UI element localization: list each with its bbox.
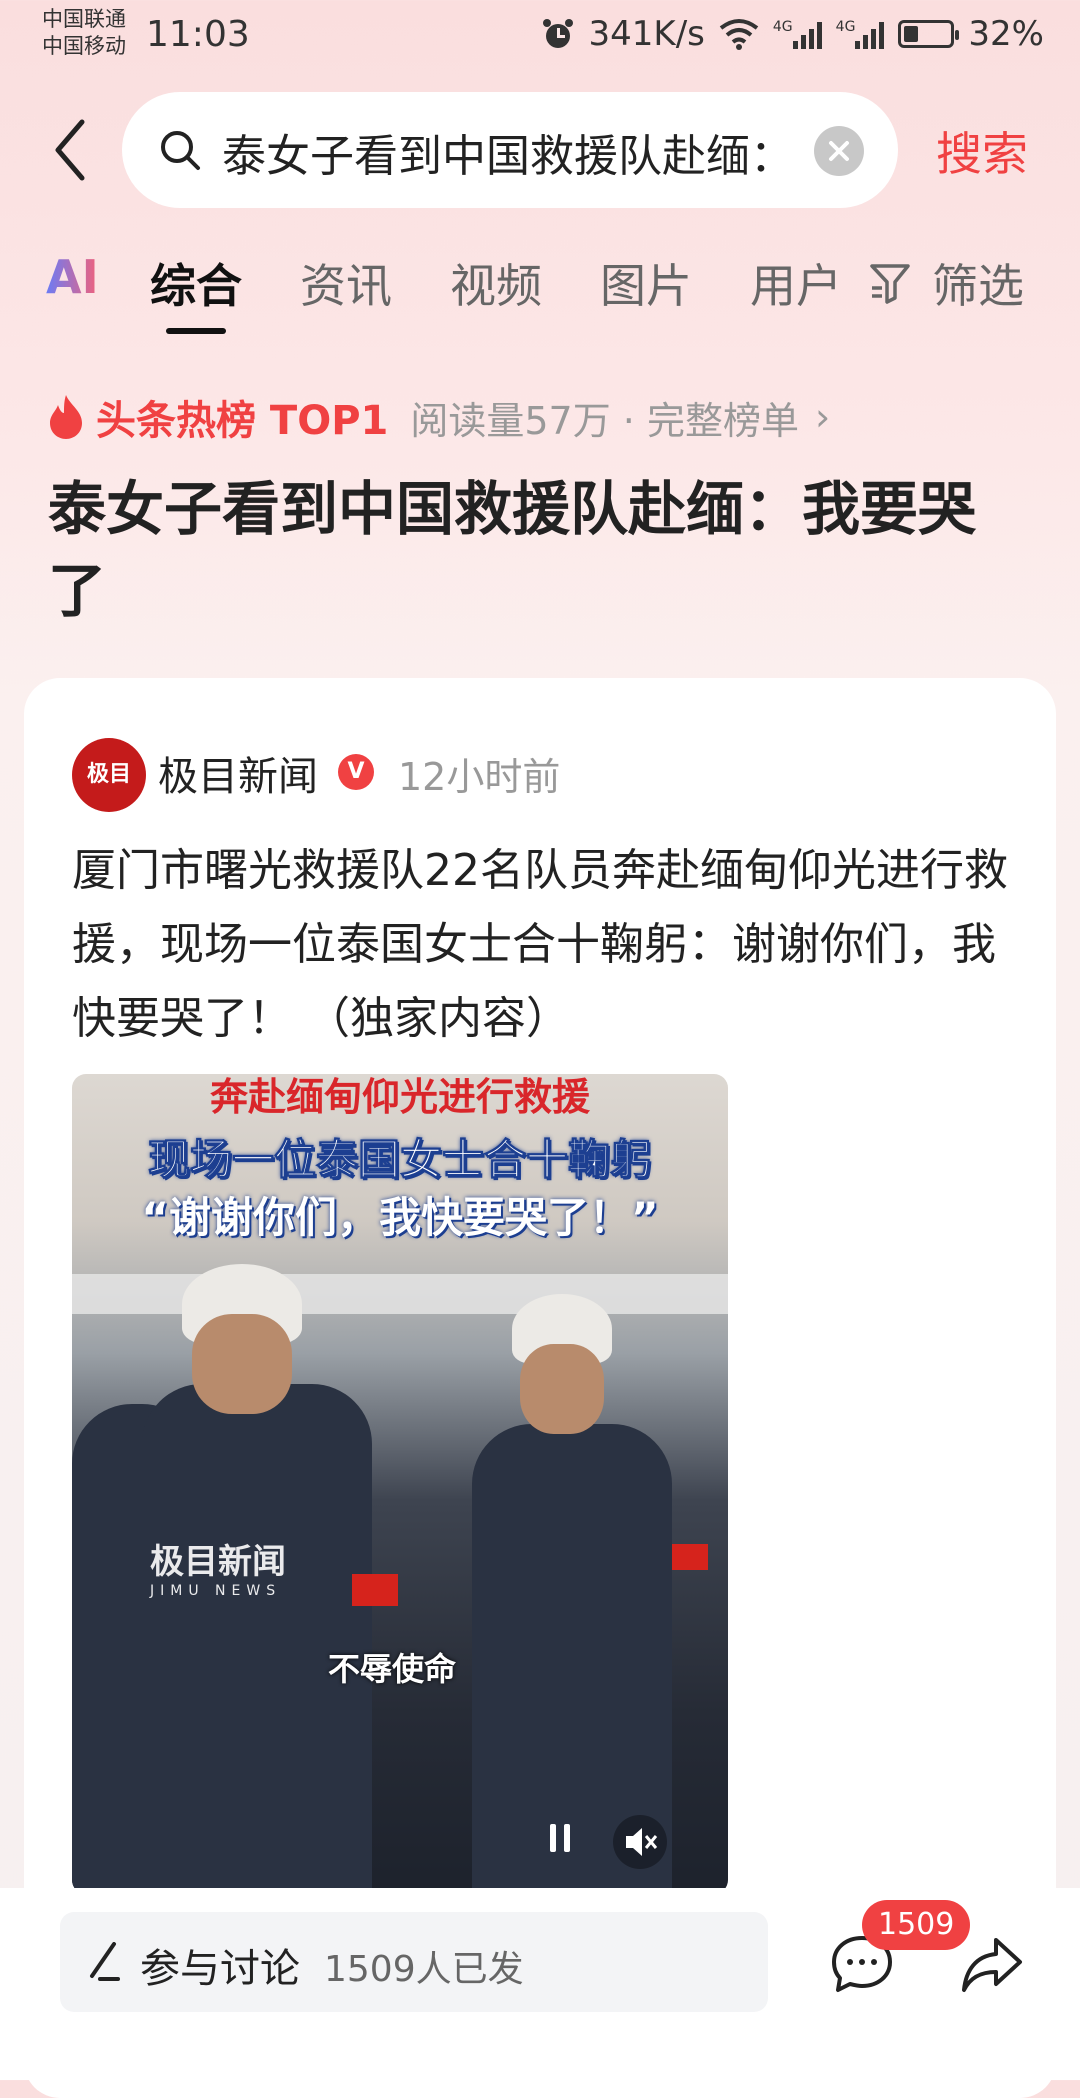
discuss-count: 1509人已发 <box>324 1949 524 1990</box>
tab-users[interactable]: 用户 <box>750 250 842 316</box>
tab-comprehensive[interactable]: 综合 <box>150 250 242 316</box>
network-type-1: 4G <box>772 19 793 35</box>
filter-button[interactable]: 筛选 <box>868 250 1024 316</box>
hot-rank-label: 头条热榜 TOP1 <box>96 398 389 444</box>
verified-badge: V <box>338 754 374 790</box>
share-icon[interactable] <box>960 1932 1024 1996</box>
source-avatar[interactable]: 极目 <box>72 738 146 812</box>
filter-label: 筛选 <box>932 259 1024 313</box>
active-tab-indicator <box>166 328 226 334</box>
pause-icon[interactable] <box>542 1820 578 1856</box>
clear-button[interactable] <box>814 126 864 176</box>
wifi-icon <box>719 19 759 50</box>
clock: 11:03 <box>146 14 250 55</box>
signal-bars-1-icon <box>792 19 822 49</box>
page-title: 泰女子看到中国救援队赴缅：我要哭了 <box>48 475 977 625</box>
video-title-line-1: 奔赴缅甸仰光进行救援 <box>209 1075 590 1119</box>
tab-images[interactable]: 图片 <box>600 250 692 316</box>
signal-2: 4G <box>836 19 885 49</box>
network-speed: 341K/s <box>588 14 705 54</box>
tab-bar: AI 综合 资讯 视频 图片 用户 筛选 <box>0 250 1080 340</box>
comment-count-badge: 1509 <box>862 1900 971 1950</box>
bottom-bar: 参与讨论 1509人已发 1509 <box>0 1888 1080 2080</box>
battery-percent: 32% <box>968 14 1044 54</box>
battery-level <box>904 26 919 42</box>
discuss-label: 参与讨论 <box>140 1946 300 1992</box>
status-bar: 中国联通 中国移动 11:03 341K/s 4G 4G 32% <box>0 0 1080 80</box>
tab-news[interactable]: 资讯 <box>300 250 392 316</box>
battery-icon <box>898 20 960 48</box>
publish-time: 12小时前 <box>398 755 561 799</box>
video-flag <box>672 1544 708 1570</box>
search-button[interactable]: 搜索 <box>936 118 1028 184</box>
video-face <box>192 1314 292 1414</box>
video-figure <box>142 1384 372 1894</box>
watermark-text: 极目新闻 <box>150 1542 286 1582</box>
search-input[interactable]: 泰女子看到中国救援队赴缅： <box>222 120 782 184</box>
article-summary[interactable]: 厦门市曙光救援队22名队员奔赴缅甸仰光进行救援，现场一位泰国女士合十鞠躬：谢谢你… <box>72 834 1022 1056</box>
video-flag <box>352 1574 398 1606</box>
search-bar[interactable]: 泰女子看到中国救援队赴缅： <box>122 92 898 208</box>
tab-ai[interactable]: AI <box>46 250 99 304</box>
tab-video[interactable]: 视频 <box>450 250 542 316</box>
network-type-2: 4G <box>835 19 856 35</box>
chevron-right-icon: › <box>814 395 831 439</box>
source-name[interactable]: 极目新闻 <box>158 744 318 802</box>
signal-1: 4G <box>773 19 822 49</box>
back-icon[interactable] <box>50 118 90 182</box>
discuss-input[interactable]: 参与讨论 1509人已发 <box>60 1912 768 2012</box>
video-watermark: 极目新闻 JIMU NEWS <box>150 1534 286 1599</box>
filter-icon <box>870 264 910 304</box>
signal-bars-2-icon <box>855 19 885 49</box>
video-player[interactable]: 奔赴缅甸仰光进行救援 现场一位泰国女士合十鞠躬 “谢谢你们，我快要哭了！” 极目… <box>72 1074 728 1894</box>
article-card[interactable]: 极目 极目新闻 V 12小时前 厦门市曙光救援队22名队员奔赴缅甸仰光进行救援，… <box>24 678 1056 2098</box>
carrier-1: 中国联通 <box>42 7 126 31</box>
mute-icon[interactable] <box>612 1814 668 1870</box>
fire-icon <box>50 395 82 439</box>
video-background-rail <box>72 1274 728 1314</box>
carrier-info: 中国联通 中国移动 <box>42 6 126 60</box>
hot-list-link[interactable]: 头条热榜 TOP1 阅读量57万 · 完整榜单 › <box>46 388 830 446</box>
video-title-line-2: 现场一位泰国女士合十鞠躬 <box>147 1135 652 1185</box>
close-icon <box>829 141 849 161</box>
alarm-icon <box>542 19 573 48</box>
pen-icon <box>90 1942 120 1981</box>
video-face <box>520 1344 604 1434</box>
hot-meta: 阅读量57万 · 完整榜单 <box>410 398 799 443</box>
status-indicators: 341K/s 4G 4G 32% <box>541 14 1044 54</box>
video-caption: 不辱使命 <box>328 1650 457 1688</box>
video-title-line-3: “谢谢你们，我快要哭了！” <box>141 1193 659 1242</box>
carrier-2: 中国移动 <box>42 34 126 58</box>
watermark-en: JIMU NEWS <box>150 1583 282 1599</box>
search-icon <box>161 131 200 170</box>
